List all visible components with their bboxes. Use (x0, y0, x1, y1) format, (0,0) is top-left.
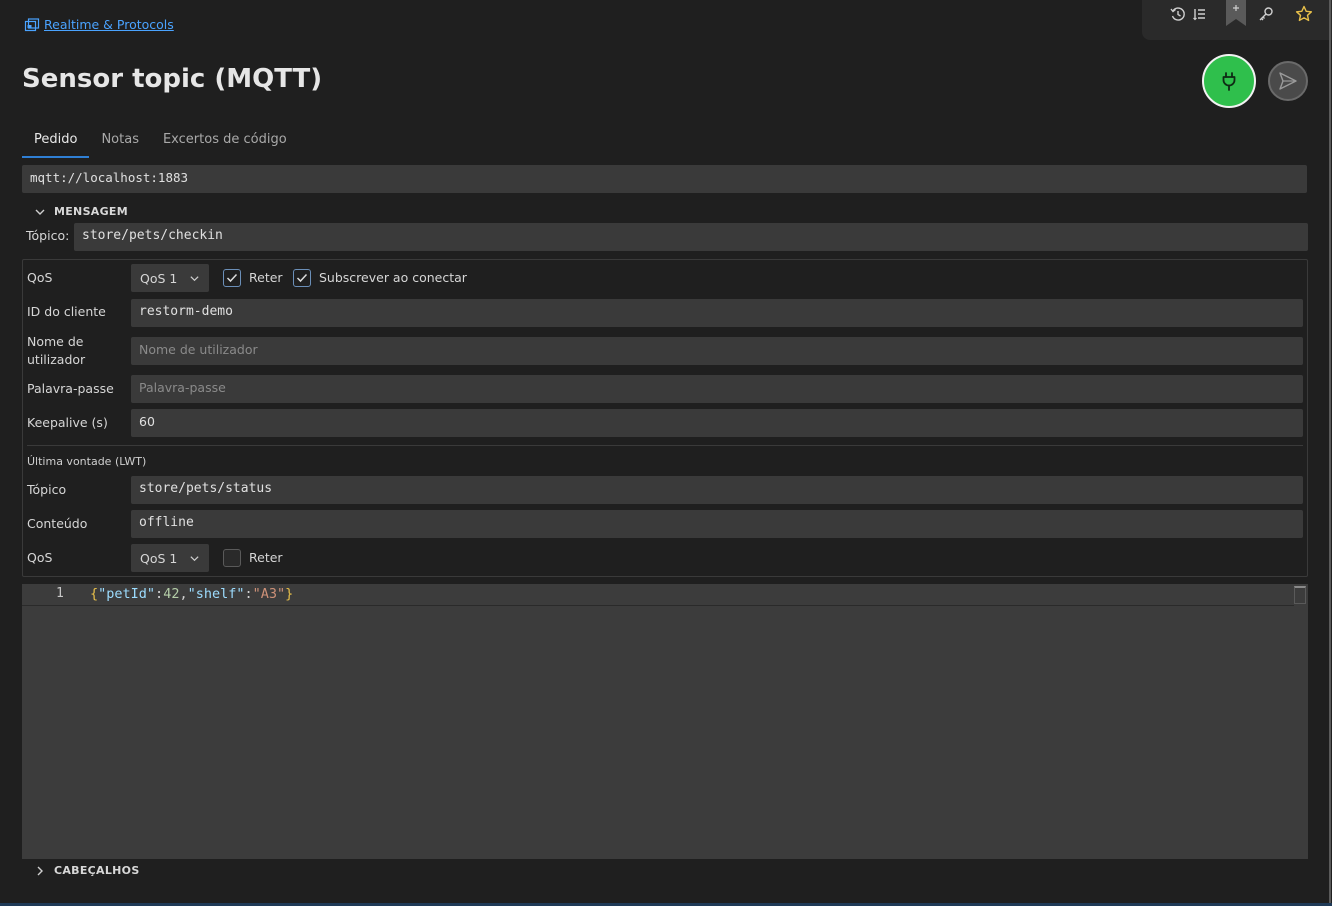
page-title: Sensor topic (MQTT) (22, 64, 323, 94)
bookmark-icon[interactable] (1226, 0, 1246, 26)
keepalive-input[interactable]: 60 (131, 409, 1303, 437)
lwt-title: Última vontade (LWT) (27, 455, 147, 468)
lwt-retain-option: Reter (223, 549, 283, 567)
editor-scrollbar[interactable] (1294, 586, 1306, 604)
breadcrumb-link[interactable]: Realtime & Protocols (44, 17, 174, 32)
tab-notas[interactable]: Notas (89, 124, 151, 158)
retain-label: Reter (249, 270, 283, 285)
retain-checkbox[interactable] (223, 269, 241, 287)
star-icon[interactable] (1294, 4, 1314, 24)
connect-button[interactable] (1202, 54, 1256, 108)
message-section-toggle[interactable]: MENSAGEM (34, 205, 128, 218)
send-button[interactable] (1268, 61, 1308, 101)
window-edge (1329, 0, 1331, 906)
breadcrumb: Realtime & Protocols (24, 17, 174, 32)
url-input[interactable]: mqtt://localhost:1883 (22, 165, 1307, 193)
tab-pedido[interactable]: Pedido (22, 124, 90, 158)
payload-editor[interactable]: 1 {"petId":42,"shelf":"A3"} (22, 584, 1308, 859)
code-line: {"petId":42,"shelf":"A3"} (90, 586, 294, 602)
headers-section-label: CABEÇALHOS (54, 864, 140, 877)
tab-excertos[interactable]: Excertos de código (151, 124, 299, 158)
username-input[interactable]: Nome de utilizador (131, 337, 1303, 365)
divider (27, 445, 1303, 446)
client-id-input[interactable]: restorm-demo (131, 299, 1303, 327)
history-icon[interactable] (1168, 4, 1188, 24)
subscribe-option: Subscrever ao conectar (293, 269, 467, 287)
options-panel: QoS QoS 1 Reter Subscrever ao conectar I… (22, 259, 1308, 577)
qos-select-value: QoS 1 (140, 270, 178, 286)
lwt-retain-checkbox[interactable] (223, 549, 241, 567)
lwt-content-input[interactable]: offline (131, 510, 1303, 538)
chevron-down-icon (190, 555, 199, 561)
line-number: 1 (56, 586, 64, 601)
send-icon (1279, 72, 1297, 90)
check-icon (296, 273, 308, 283)
request-tabs: Pedido Notas Excertos de código (22, 124, 299, 158)
lwt-topic-input[interactable]: store/pets/status (131, 476, 1303, 504)
retain-option: Reter (223, 269, 283, 287)
check-icon (226, 273, 238, 283)
key-icon[interactable] (1256, 4, 1276, 24)
message-section-label: MENSAGEM (54, 205, 128, 218)
top-toolbar (1142, 0, 1332, 40)
qos-select[interactable]: QoS 1 (131, 264, 209, 292)
subscribe-label: Subscrever ao conectar (319, 270, 467, 285)
qos-label: QoS (27, 270, 53, 285)
headers-section-toggle[interactable]: CABEÇALHOS (34, 864, 140, 877)
lwt-retain-label: Reter (249, 550, 283, 565)
username-label: Nome de utilizador (27, 334, 86, 367)
lwt-qos-select[interactable]: QoS 1 (131, 544, 209, 572)
subscribe-checkbox[interactable] (293, 269, 311, 287)
topic-label: Tópico: (26, 228, 70, 243)
password-label: Palavra-passe (27, 381, 114, 396)
lwt-content-label: Conteúdo (27, 516, 88, 531)
lwt-qos-select-value: QoS 1 (140, 550, 178, 566)
collection-icon (24, 17, 40, 31)
lwt-topic-label: Tópico (27, 482, 67, 497)
keepalive-label: Keepalive (s) (27, 415, 108, 430)
chevron-right-icon (37, 866, 43, 875)
topic-input[interactable]: store/pets/checkin (74, 223, 1308, 251)
plug-icon (1222, 72, 1236, 91)
client-id-label: ID do cliente (27, 304, 106, 319)
chevron-down-icon (190, 275, 199, 281)
lwt-qos-label: QoS (27, 550, 53, 565)
chevron-down-icon (35, 209, 45, 215)
password-input[interactable]: Palavra-passe (131, 375, 1303, 403)
list-icon[interactable] (1190, 4, 1210, 24)
